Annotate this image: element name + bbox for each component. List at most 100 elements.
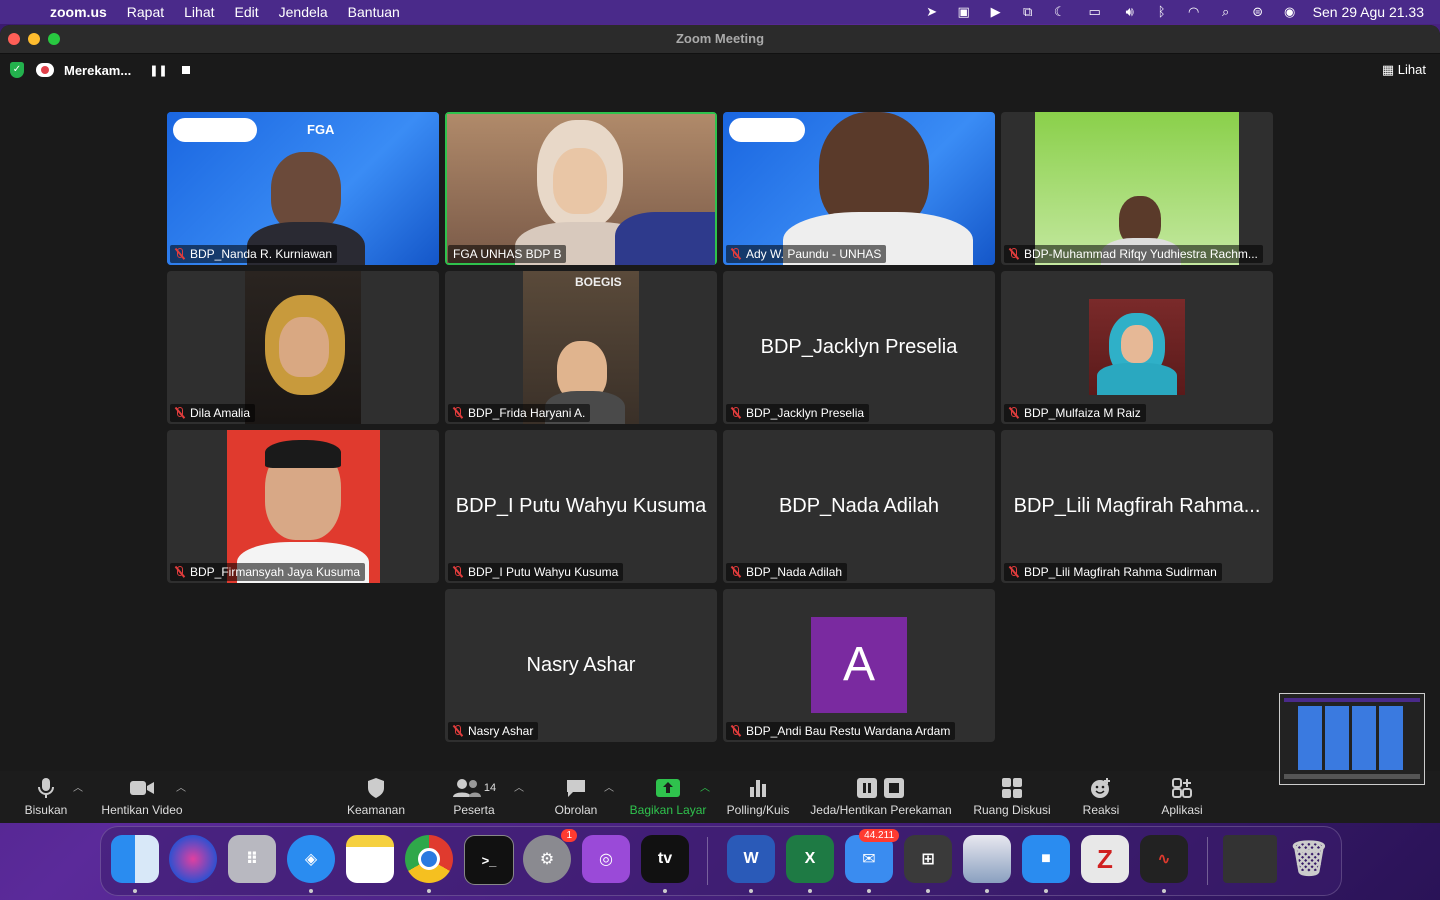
participant-tile[interactable]: BDP_Lili Magfirah Rahma... BDP_Lili Magf… — [1001, 430, 1273, 583]
participant-name: BDP-Muhammad Rifqy Yudhiestra Rachm... — [1004, 245, 1263, 263]
menu-bar: zoom.us Rapat Lihat Edit Jendela Bantuan… — [0, 0, 1440, 24]
screenshot-thumbnail[interactable] — [1279, 693, 1425, 785]
participants-button[interactable]: 14 Peserta — [451, 777, 497, 817]
apps-label: Aplikasi — [1161, 803, 1203, 817]
moon-icon[interactable]: ☾ — [1051, 5, 1069, 19]
search-icon[interactable]: ⌕ — [1217, 5, 1235, 19]
share-screen-label: Bagikan Layar — [629, 803, 707, 817]
menu-clock[interactable]: Sen 29 Agu 21.33 — [1313, 4, 1424, 20]
participant-name: Ady W. Paundu - UNHAS — [726, 245, 887, 263]
word-icon[interactable]: W — [727, 835, 775, 883]
stop-video-button[interactable]: Hentikan Video — [96, 777, 188, 817]
grid-icon: ▦ — [1381, 62, 1398, 77]
participant-tile-active-speaker[interactable]: FGA UNHAS BDP B — [445, 112, 717, 265]
zoom-status-icon[interactable]: ▣ — [955, 5, 973, 19]
wifi-icon[interactable]: ◠ — [1185, 5, 1203, 19]
chat-button[interactable]: Obrolan — [550, 777, 602, 817]
excel-icon[interactable]: X — [786, 835, 834, 883]
chat-bubble-icon — [567, 780, 585, 797]
preview-icon[interactable] — [963, 835, 1011, 883]
screen-mirror-icon[interactable]: ⧉ — [1019, 5, 1037, 19]
share-screen-button[interactable]: Bagikan Layar — [628, 777, 708, 817]
running-indicator — [309, 889, 313, 893]
pause-stop-icon — [857, 778, 904, 798]
participant-tile[interactable]: BDP_I Putu Wahyu Kusuma BDP_I Putu Wahyu… — [445, 430, 717, 583]
participant-tile[interactable]: BDP_Firmansyah Jaya Kusuma — [167, 430, 439, 583]
siri-icon[interactable] — [169, 835, 217, 883]
menu-item-bantuan[interactable]: Bantuan — [348, 4, 400, 20]
share-chevron-icon[interactable]: ︿ — [700, 779, 710, 794]
meeting-toolbar: Bisukan ︿ Hentikan Video ︿ Keamanan 14 P… — [0, 771, 1440, 823]
apple-tv-icon[interactable]: tv — [641, 835, 689, 883]
system-settings-icon[interactable]: ⚙ 1 — [523, 829, 577, 883]
podcasts-icon[interactable]: ◎ — [582, 835, 630, 883]
fga-logo: FGA — [307, 122, 335, 137]
voice-memos-icon[interactable]: ∿ — [1140, 835, 1188, 883]
polling-button[interactable]: Polling/Kuis — [724, 777, 792, 817]
participant-tile[interactable]: BDP_Jacklyn Preselia BDP_Jacklyn Preseli… — [723, 271, 995, 424]
participant-tile[interactable]: Ady W. Paundu - UNHAS — [723, 112, 995, 265]
muted-mic-icon — [731, 248, 740, 260]
menu-item-lihat[interactable]: Lihat — [184, 4, 214, 20]
play-icon[interactable]: ▶ — [987, 5, 1005, 19]
participant-tile[interactable]: A BDP_Andi Bau Restu Wardana Ardam — [723, 589, 995, 742]
security-button[interactable]: Keamanan — [343, 777, 409, 817]
chat-label: Obrolan — [554, 803, 598, 817]
running-indicator — [749, 889, 753, 893]
encryption-shield-icon[interactable]: ✓ — [10, 62, 24, 78]
reactions-button[interactable]: Reaksi — [1078, 777, 1124, 817]
pause-recording-icon[interactable]: ❚❚ — [149, 64, 167, 77]
cloud-recording-icon — [36, 63, 54, 77]
bluetooth-icon[interactable]: ᛒ — [1153, 5, 1171, 19]
siri-icon[interactable]: ◉ — [1281, 5, 1299, 19]
chrome-icon[interactable] — [405, 835, 453, 883]
participant-tile[interactable]: Dila Amalia — [167, 271, 439, 424]
video-camera-icon — [130, 781, 154, 795]
battery-icon[interactable]: ▭ — [1083, 5, 1107, 19]
volume-icon[interactable]: 🔊︎ — [1121, 5, 1139, 19]
trash-icon[interactable]: 🗑︎ — [1285, 835, 1333, 883]
finder-icon[interactable] — [111, 835, 159, 883]
location-icon[interactable]: ➤ — [923, 5, 941, 19]
control-center-icon[interactable]: ⊜ — [1249, 5, 1267, 19]
person-face — [553, 148, 607, 214]
recording-label: Merekam... — [64, 62, 132, 78]
breakout-rooms-button[interactable]: Ruang Diskusi — [970, 777, 1054, 817]
thumbnail-menubar — [1284, 698, 1420, 702]
calculator-icon[interactable]: ⊞ — [904, 835, 952, 883]
muted-mic-icon — [1009, 566, 1018, 578]
zoom-icon[interactable]: ■ — [1022, 835, 1070, 883]
participant-tile[interactable]: Nasry Ashar Nasry Ashar — [445, 589, 717, 742]
emoji-plus-icon — [1091, 778, 1110, 798]
menu-item-edit[interactable]: Edit — [235, 4, 259, 20]
muted-mic-icon — [1009, 248, 1018, 260]
chat-chevron-icon[interactable]: ︿ — [604, 779, 614, 794]
participant-name: BDP_Lili Magfirah Rahma Sudirman — [1004, 563, 1222, 581]
participant-tile[interactable]: BDP_Nada Adilah BDP_Nada Adilah — [723, 430, 995, 583]
launchpad-icon[interactable]: ⠿ — [228, 835, 276, 883]
breakout-rooms-label: Ruang Diskusi — [973, 803, 1051, 817]
notes-icon[interactable] — [346, 835, 394, 883]
pause-stop-recording-button[interactable]: Jeda/Hentikan Perekaman — [806, 777, 956, 817]
terminal-icon[interactable]: >_ — [464, 835, 514, 885]
view-button[interactable]: ▦ Lihat — [1382, 62, 1426, 78]
muted-mic-icon — [731, 725, 740, 737]
menu-app-name[interactable]: zoom.us — [50, 4, 107, 20]
menu-item-jendela[interactable]: Jendela — [279, 4, 328, 20]
mail-icon[interactable]: ✉ 44.211 — [845, 829, 899, 883]
participant-tile[interactable]: BDP_Mulfaiza M Raiz — [1001, 271, 1273, 424]
apps-icon — [1172, 778, 1192, 798]
stop-recording-icon[interactable] — [181, 66, 190, 74]
participant-tile[interactable]: BOEGIS BDP_Frida Haryani A. — [445, 271, 717, 424]
mute-button[interactable]: Bisukan — [18, 777, 74, 817]
zotero-icon[interactable]: Z — [1081, 835, 1129, 883]
apps-button[interactable]: Aplikasi — [1156, 777, 1208, 817]
video-options-chevron-icon[interactable]: ︿ — [176, 779, 186, 794]
menu-item-rapat[interactable]: Rapat — [127, 4, 164, 20]
audio-options-chevron-icon[interactable]: ︿ — [73, 779, 83, 794]
safari-icon[interactable]: ◈ — [287, 835, 335, 883]
participant-tile[interactable]: FGA BDP_Nanda R. Kurniawan — [167, 112, 439, 265]
participant-tile[interactable]: BDP-Muhammad Rifqy Yudhiestra Rachm... — [1001, 112, 1273, 265]
downloads-stack-icon[interactable] — [1223, 835, 1277, 883]
participants-chevron-icon[interactable]: ︿ — [514, 779, 524, 794]
